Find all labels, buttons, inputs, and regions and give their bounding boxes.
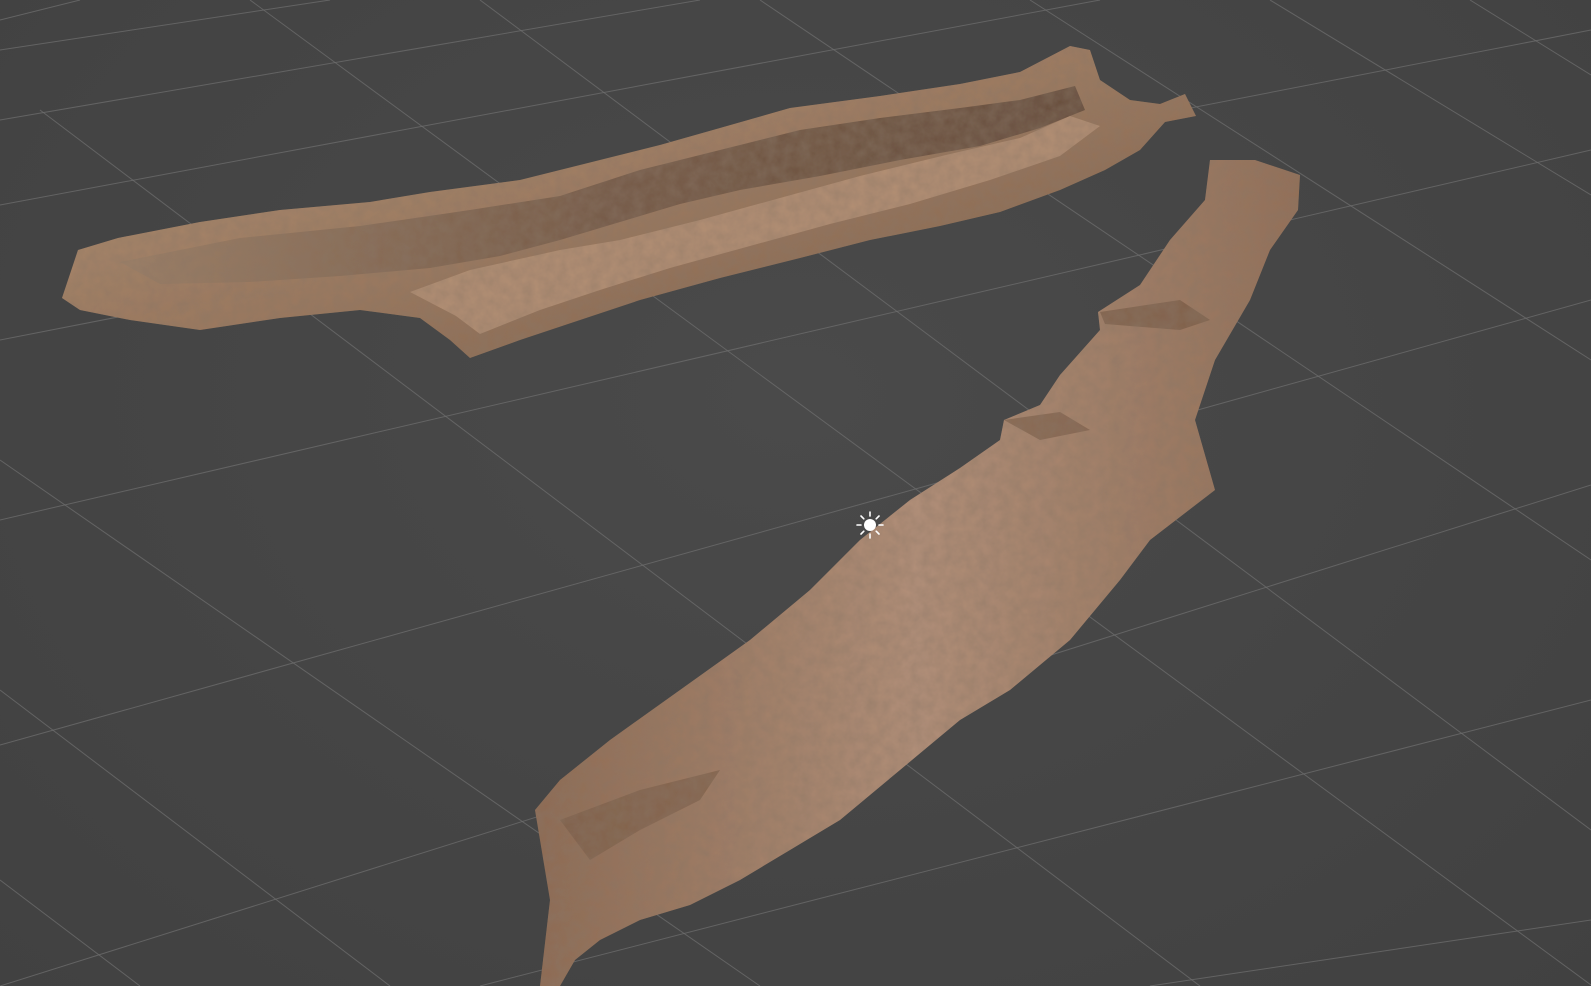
driftwood-log-hollow[interactable]	[62, 46, 1196, 358]
scene-canvas[interactable]	[0, 0, 1591, 986]
sun-icon	[856, 511, 884, 539]
light-gizmo[interactable]	[855, 510, 885, 540]
3d-viewport[interactable]	[0, 0, 1591, 986]
